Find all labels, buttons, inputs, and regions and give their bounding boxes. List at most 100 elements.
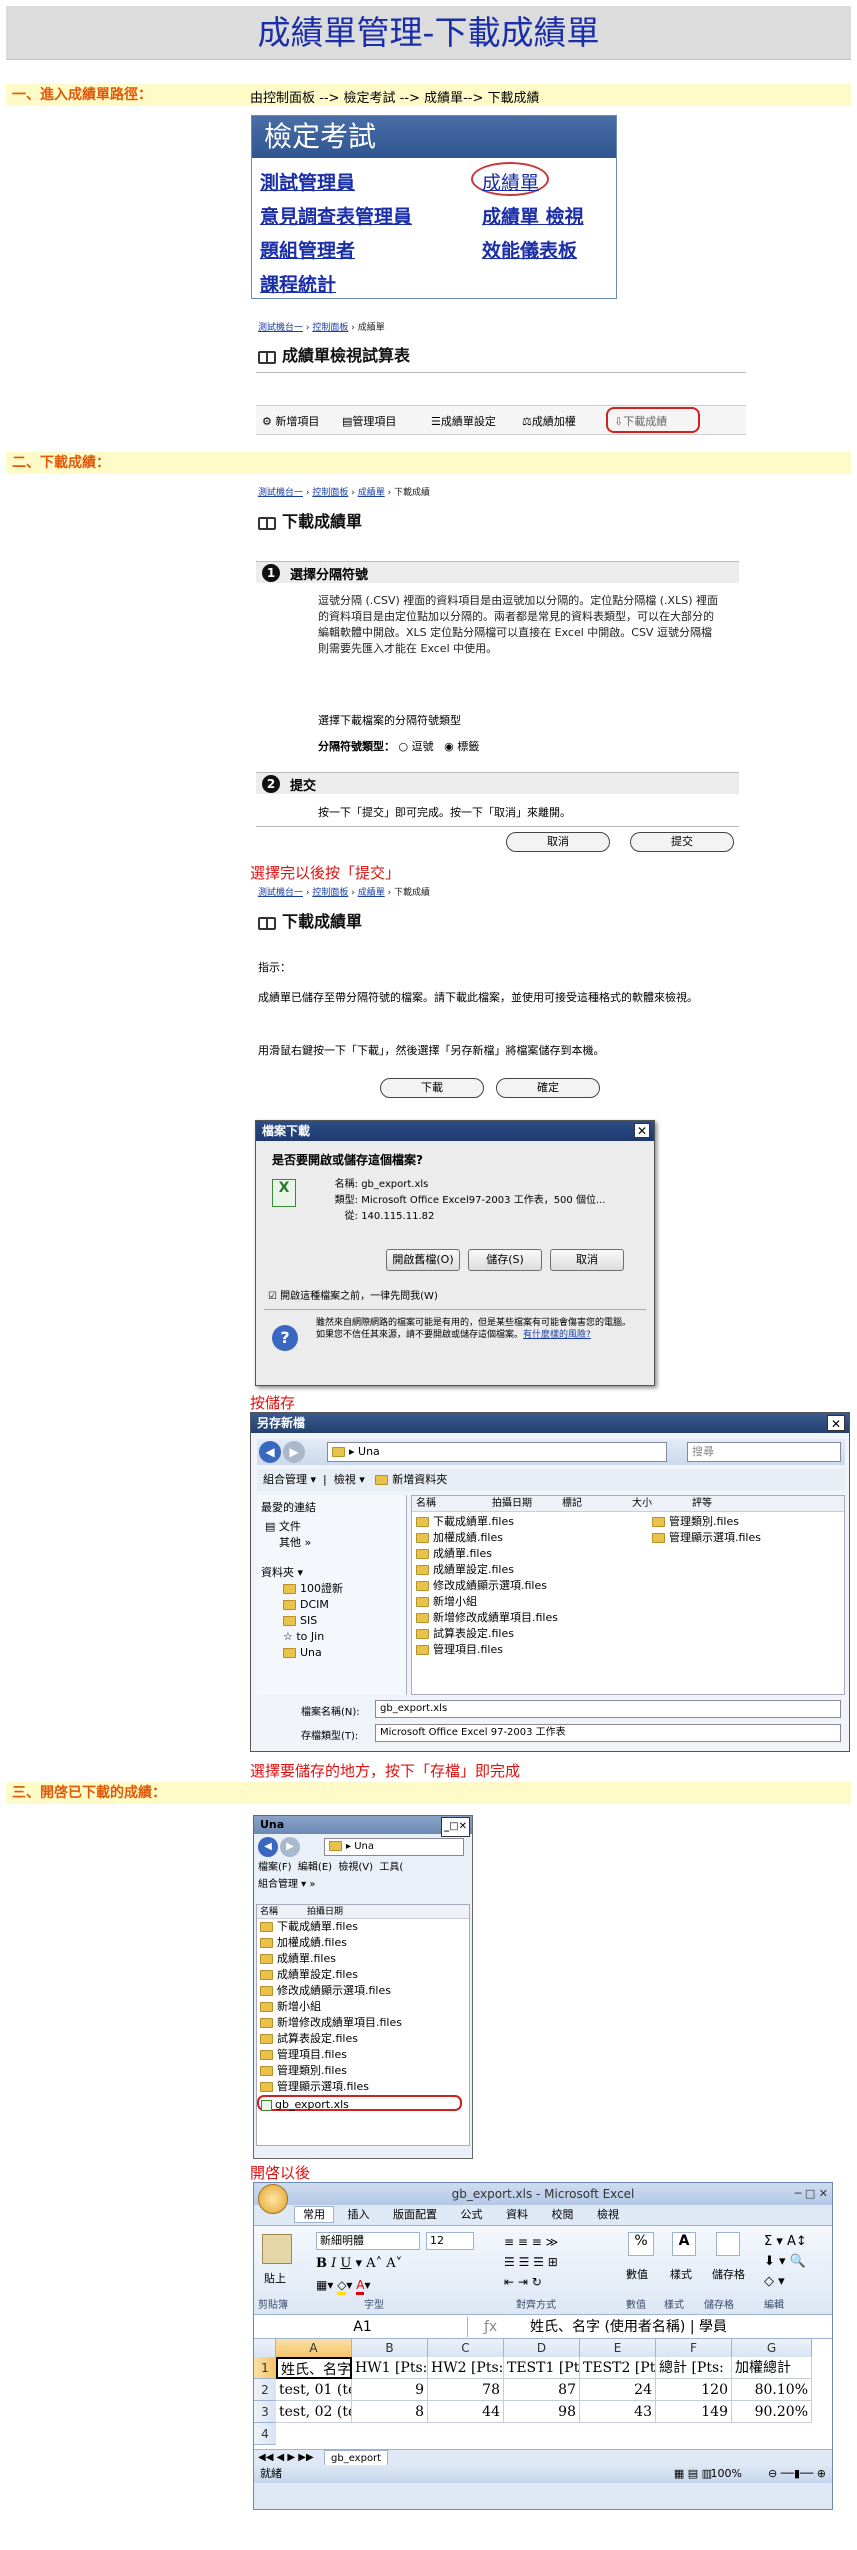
open-button[interactable]: 開啟舊檔(O) <box>386 1249 460 1271</box>
row-header[interactable]: 2 <box>254 2379 276 2401</box>
toolbar-weighting[interactable]: ⚖成績加權 <box>522 413 576 429</box>
paste-icon[interactable] <box>262 2234 292 2264</box>
select-all[interactable] <box>254 2339 276 2357</box>
window-controls[interactable]: ─ □ ✕ <box>795 2183 828 2205</box>
back-icon[interactable]: ◀ <box>259 1441 281 1463</box>
table-cell[interactable]: HW2 [Pts: <box>428 2357 504 2379</box>
menu-edit[interactable]: 編輯(E) <box>298 1862 332 1873</box>
file-item-xls[interactable]: gb_export.xls <box>257 2095 462 2111</box>
link-course-stats[interactable]: 課程統計 <box>260 270 336 297</box>
column-name[interactable]: 名稱 <box>257 1905 307 1919</box>
font-style-buttons[interactable]: B I U ▾ A˄ A˅ <box>316 2256 402 2271</box>
row-header[interactable]: 3 <box>254 2401 276 2423</box>
risk-link[interactable]: 有什麼樣的風險? <box>523 1330 591 1340</box>
file-item[interactable]: 管理類別.files <box>260 2063 469 2079</box>
column-date[interactable]: 拍攝日期 <box>307 1907 343 1917</box>
file-item[interactable]: 成績單設定.files <box>416 1562 616 1578</box>
link-gradebook-view[interactable]: 成績單 檢視 <box>482 202 584 229</box>
file-item[interactable]: 管理顯示選項.files <box>260 2079 469 2095</box>
search-input[interactable]: 搜尋 <box>687 1442 841 1462</box>
close-icon[interactable]: ✕ <box>634 1123 650 1138</box>
tab-view[interactable]: 檢視 <box>587 2208 629 2221</box>
table-cell[interactable]: 44 <box>428 2401 504 2423</box>
styles-button[interactable]: 樣式 <box>670 2266 692 2282</box>
file-item[interactable]: 下載成績單.files <box>260 1919 469 1935</box>
tree-item[interactable]: DCIM <box>257 1597 406 1613</box>
back-icon[interactable]: ◀ <box>258 1837 278 1857</box>
toolbar-add-item[interactable]: ⚙ 新增項目 <box>262 413 319 429</box>
column-tags[interactable]: 標記 <box>562 1496 632 1512</box>
file-item[interactable]: 成績單.files <box>416 1546 616 1562</box>
toolbar-manage-items[interactable]: ▤管理項目 <box>342 413 396 429</box>
download-button[interactable]: 下載 <box>380 1078 484 1098</box>
column-header[interactable]: A <box>276 2339 352 2357</box>
forward-icon[interactable]: ▶ <box>283 1441 305 1463</box>
tab-data[interactable]: 資料 <box>496 2208 538 2221</box>
file-item[interactable]: 下載成績單.files <box>416 1514 616 1530</box>
table-cell[interactable]: 78 <box>428 2379 504 2401</box>
close-icon[interactable]: ✕ <box>827 1415 845 1431</box>
table-cell[interactable]: test, 02 (tes <box>276 2401 352 2423</box>
file-item[interactable]: 修改成績顯示選項.files <box>416 1578 616 1594</box>
tab-page-layout[interactable]: 版面配置 <box>383 2208 447 2221</box>
crumb-link[interactable]: 測試機台一 <box>258 888 303 898</box>
crumb-link[interactable]: 成績單 <box>358 888 385 898</box>
fx-icon[interactable]: ƒx <box>484 2317 497 2337</box>
zoom-slider[interactable]: ⊖ ──▮── ⊕ <box>768 2465 826 2483</box>
font-size-select[interactable]: 12 <box>426 2232 474 2250</box>
editing-buttons[interactable]: Σ ▾ A↕ ⬇ ▾ 🔍 ◇ ▾ <box>764 2232 807 2292</box>
cells-button[interactable]: 儲存格 <box>712 2266 745 2282</box>
crumb-link[interactable]: 控制面板 <box>312 888 348 898</box>
organize-menu[interactable]: 組合管理 <box>263 1473 307 1486</box>
column-date[interactable]: 拍攝日期 <box>492 1496 562 1512</box>
tab-insert[interactable]: 插入 <box>338 2208 380 2221</box>
table-cell[interactable]: 87 <box>504 2379 580 2401</box>
menu-view[interactable]: 檢視(V) <box>338 1862 373 1873</box>
file-item[interactable]: 成績單.files <box>260 1951 469 1967</box>
table-cell[interactable]: test, 01 (tes <box>276 2379 352 2401</box>
cancel-button[interactable]: 取消 <box>550 1249 624 1271</box>
save-button[interactable]: 儲存(S) <box>468 1249 542 1271</box>
file-item[interactable]: 試算表設定.files <box>416 1626 616 1642</box>
crumb-link[interactable]: 控制面板 <box>312 323 348 333</box>
crumb-link[interactable]: 成績單 <box>358 488 385 498</box>
tree-item[interactable]: SIS <box>257 1613 406 1629</box>
file-item[interactable]: 管理項目.files <box>260 2047 469 2063</box>
table-cell[interactable]: 24 <box>580 2379 656 2401</box>
menu-file[interactable]: 檔案(F) <box>258 1862 292 1873</box>
column-size[interactable]: 大小 <box>632 1496 692 1512</box>
table-cell[interactable]: 120 <box>656 2379 732 2401</box>
address-bar[interactable]: ▸ Una <box>327 1442 667 1462</box>
file-item[interactable]: 管理項目.files <box>416 1642 616 1658</box>
file-item[interactable]: 試算表設定.files <box>260 2031 469 2047</box>
file-item[interactable]: 新增修改成績單項目.files <box>416 1610 616 1626</box>
forward-icon[interactable]: ▶ <box>280 1837 300 1857</box>
table-cell[interactable]: TEST2 [Pts <box>580 2357 656 2379</box>
table-cell[interactable]: 9 <box>352 2379 428 2401</box>
file-item[interactable]: 管理顯示選項.files <box>652 1530 842 1546</box>
table-cell[interactable]: 8 <box>352 2401 428 2423</box>
file-item[interactable]: 新增修改成績單項目.files <box>260 2015 469 2031</box>
font-name-select[interactable]: 新細明體 <box>316 2232 420 2250</box>
always-ask-checkbox[interactable]: ☑ 開啟這種檔案之前，一律先問我(W) <box>268 1287 438 1302</box>
submit-button[interactable]: 提交 <box>630 832 734 852</box>
filetype-select[interactable]: Microsoft Office Excel 97-2003 工作表 <box>375 1724 841 1742</box>
cancel-button[interactable]: 取消 <box>506 832 610 852</box>
explorer-address[interactable]: ▸ Una <box>324 1838 464 1856</box>
new-folder-button[interactable]: 新增資料夾 <box>392 1473 447 1486</box>
column-header[interactable]: G <box>732 2339 812 2357</box>
row-header[interactable]: 4 <box>254 2423 276 2445</box>
view-icons[interactable]: ▦ ▤ ▥ <box>674 2465 712 2483</box>
tab-formulas[interactable]: 公式 <box>451 2208 493 2221</box>
favorites-item[interactable]: ▤ 文件 <box>257 1519 406 1535</box>
file-item[interactable]: 加權成績.files <box>260 1935 469 1951</box>
tree-item[interactable]: Una <box>257 1645 406 1661</box>
table-cell[interactable]: 總計 [Pts: <box>656 2357 732 2379</box>
table-cell[interactable]: 90.20% <box>732 2401 812 2423</box>
ok-button[interactable]: 確定 <box>496 1078 600 1098</box>
column-header[interactable]: E <box>580 2339 656 2357</box>
filename-input[interactable]: gb_export.xls <box>375 1700 841 1718</box>
table-cell[interactable]: 43 <box>580 2401 656 2423</box>
table-cell[interactable]: TEST1 [Pts <box>504 2357 580 2379</box>
table-cell[interactable]: 98 <box>504 2401 580 2423</box>
